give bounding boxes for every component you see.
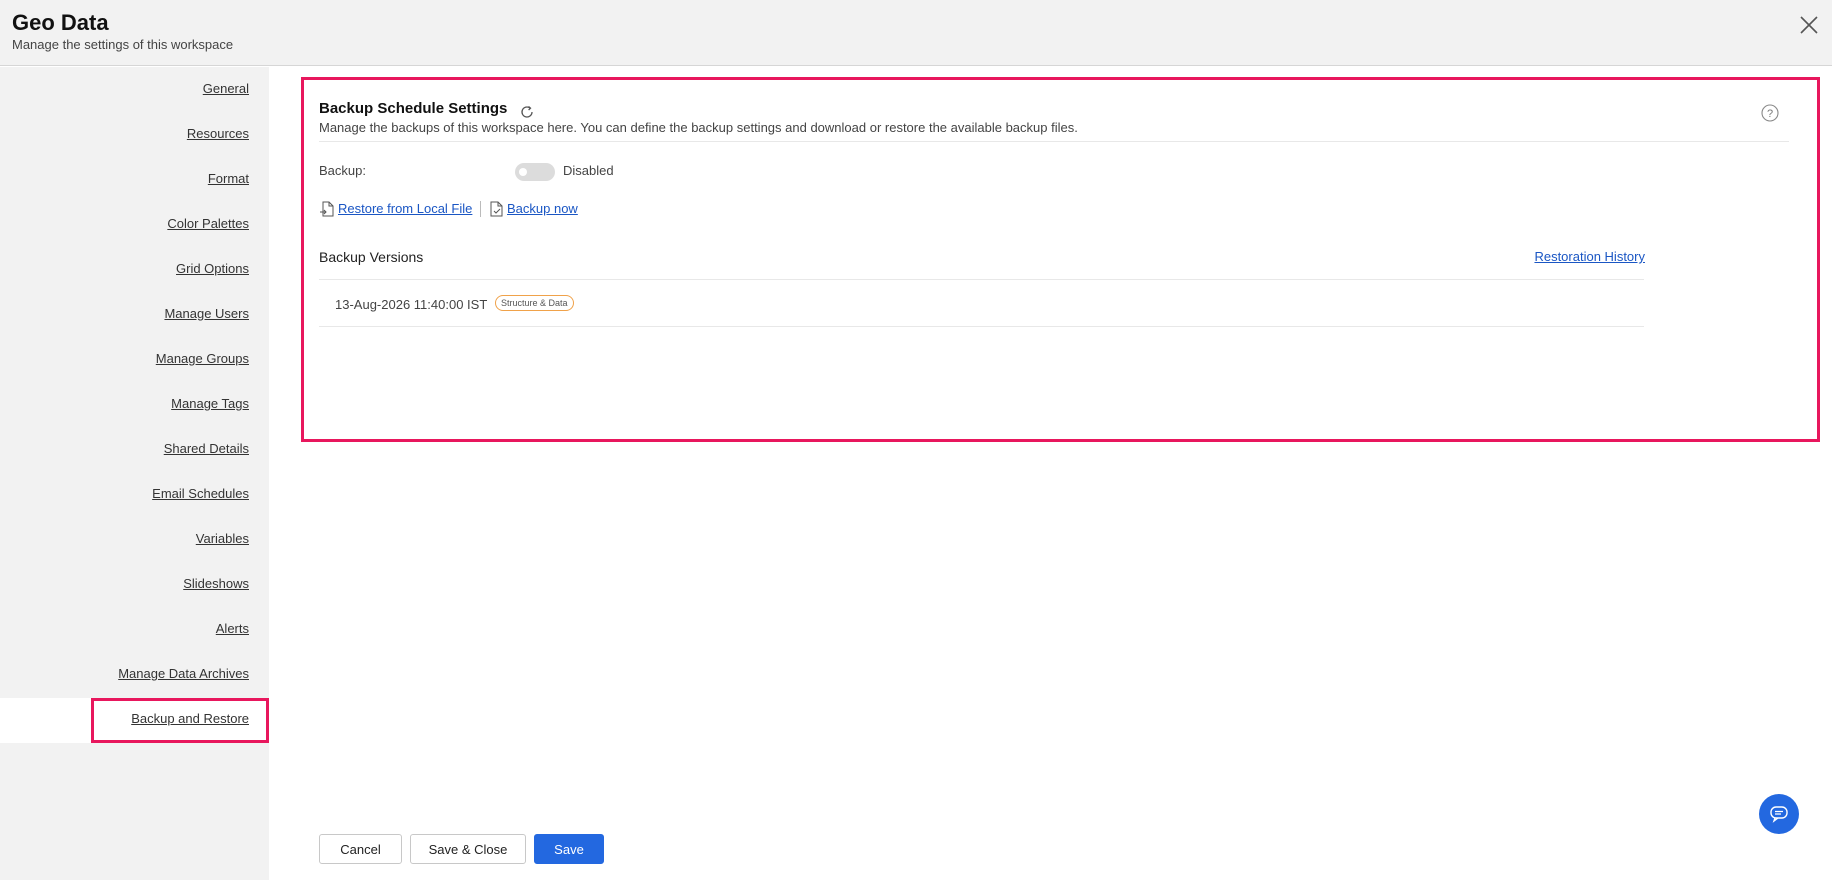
backup-version-date: 13-Aug-2026 11:40:00 IST [335, 297, 488, 312]
backup-label: Backup: [319, 163, 366, 178]
sidebar-item-manage-users[interactable]: Manage Users [9, 306, 249, 321]
sidebar-item-manage-groups[interactable]: Manage Groups [9, 351, 249, 366]
restoration-history-link[interactable]: Restoration History [1534, 249, 1645, 264]
sidebar-item-format[interactable]: Format [9, 171, 249, 186]
sidebar-item-grid-options[interactable]: Grid Options [9, 261, 249, 276]
save-and-close-button[interactable]: Save & Close [410, 834, 526, 864]
backup-version-row[interactable]: 13-Aug-2026 11:40:00 IST Structure & Dat… [319, 280, 1644, 327]
sidebar-item-resources[interactable]: Resources [9, 126, 249, 141]
link-separator [480, 201, 481, 217]
header: Geo Data Manage the settings of this wor… [0, 0, 1832, 66]
svg-text:?: ? [1767, 108, 1773, 120]
sidebar-item-backup-and-restore[interactable]: Backup and Restore [9, 711, 249, 726]
sidebar-item-variables[interactable]: Variables [9, 531, 249, 546]
divider [319, 141, 1789, 142]
backup-toggle[interactable] [515, 163, 555, 181]
page-title: Geo Data [12, 10, 109, 35]
backup-version-badge: Structure & Data [495, 295, 574, 311]
sidebar-item-color-palettes[interactable]: Color Palettes [9, 216, 249, 231]
section-description: Manage the backups of this workspace her… [319, 120, 1078, 135]
cancel-button[interactable]: Cancel [319, 834, 402, 864]
sidebar-item-shared-details[interactable]: Shared Details [9, 441, 249, 456]
restore-from-local-file-link[interactable]: Restore from Local File [338, 201, 472, 216]
backup-now-link[interactable]: Backup now [507, 201, 578, 216]
section-title: Backup Schedule Settings [319, 100, 508, 117]
help-icon[interactable]: ? [1761, 104, 1779, 122]
backup-versions-title: Backup Versions [319, 249, 424, 265]
restore-file-icon [320, 201, 334, 217]
close-icon[interactable] [1798, 14, 1820, 36]
sidebar-item-alerts[interactable]: Alerts [9, 621, 249, 636]
backup-file-icon [490, 201, 503, 217]
page-subtitle: Manage the settings of this workspace [12, 37, 234, 52]
refresh-icon[interactable] [519, 104, 535, 120]
chat-button[interactable] [1759, 794, 1799, 834]
sidebar-item-email-schedules[interactable]: Email Schedules [9, 486, 249, 501]
backup-toggle-status: Disabled [563, 163, 614, 178]
save-button[interactable]: Save [534, 834, 604, 864]
sidebar-item-slideshows[interactable]: Slideshows [9, 576, 249, 591]
sidebar-item-manage-data-archives[interactable]: Manage Data Archives [9, 666, 249, 681]
toggle-knob [519, 168, 527, 176]
sidebar-item-manage-tags[interactable]: Manage Tags [9, 396, 249, 411]
chat-icon [1770, 806, 1788, 823]
settings-sidebar: General Resources Format Color Palettes … [0, 67, 269, 880]
sidebar-item-general[interactable]: General [9, 81, 249, 96]
